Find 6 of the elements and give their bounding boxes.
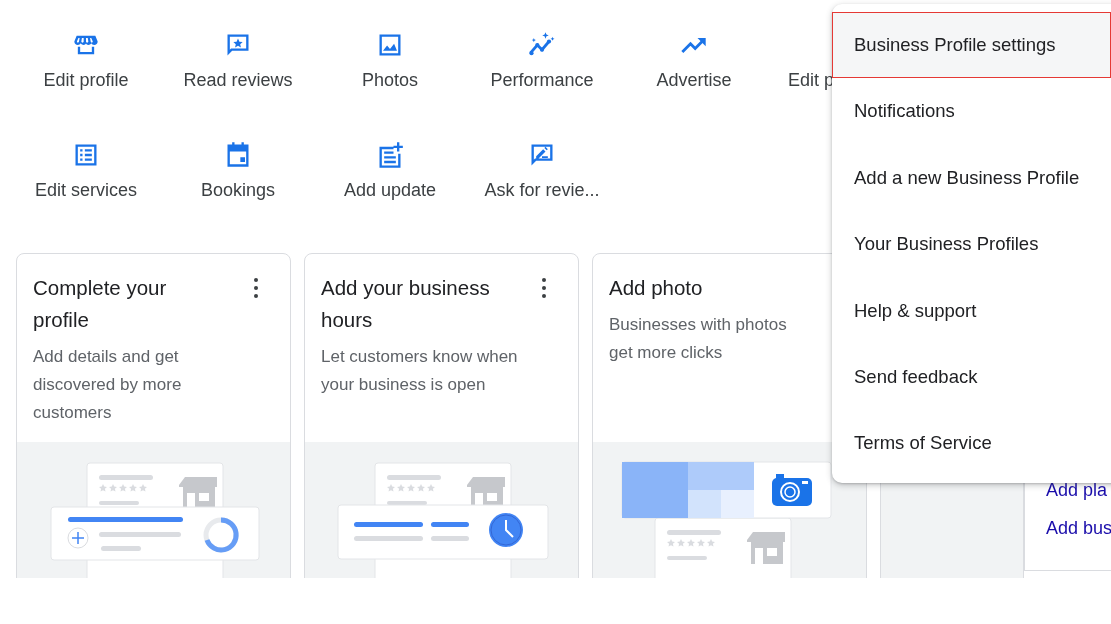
card-title: Complete your profile <box>33 275 168 333</box>
card-title: Add photo <box>609 275 704 301</box>
card-description: Businesses with photos get more clicks <box>609 314 788 364</box>
card-title: Add your business hours <box>321 275 491 333</box>
card-description: Let customers know when your business is open <box>321 346 519 396</box>
card-description: Add details and get discovered by more customers <box>33 346 183 424</box>
